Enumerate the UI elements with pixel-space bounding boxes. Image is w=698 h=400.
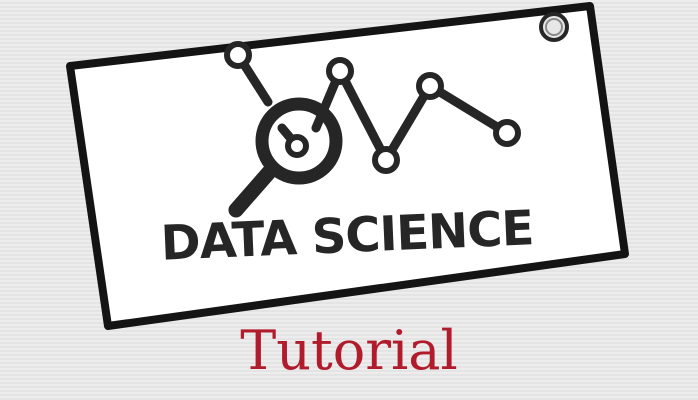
hanging-hole-icon <box>539 12 569 42</box>
sign-board-shape <box>66 2 629 330</box>
graph-node <box>372 146 400 174</box>
graph-node <box>326 57 354 85</box>
subtitle-tutorial: Tutorial <box>240 319 458 382</box>
graph-node <box>493 119 521 147</box>
graph-node <box>416 72 444 100</box>
graph-node <box>224 41 252 69</box>
sign-board <box>66 2 629 330</box>
graph-node <box>285 134 309 158</box>
